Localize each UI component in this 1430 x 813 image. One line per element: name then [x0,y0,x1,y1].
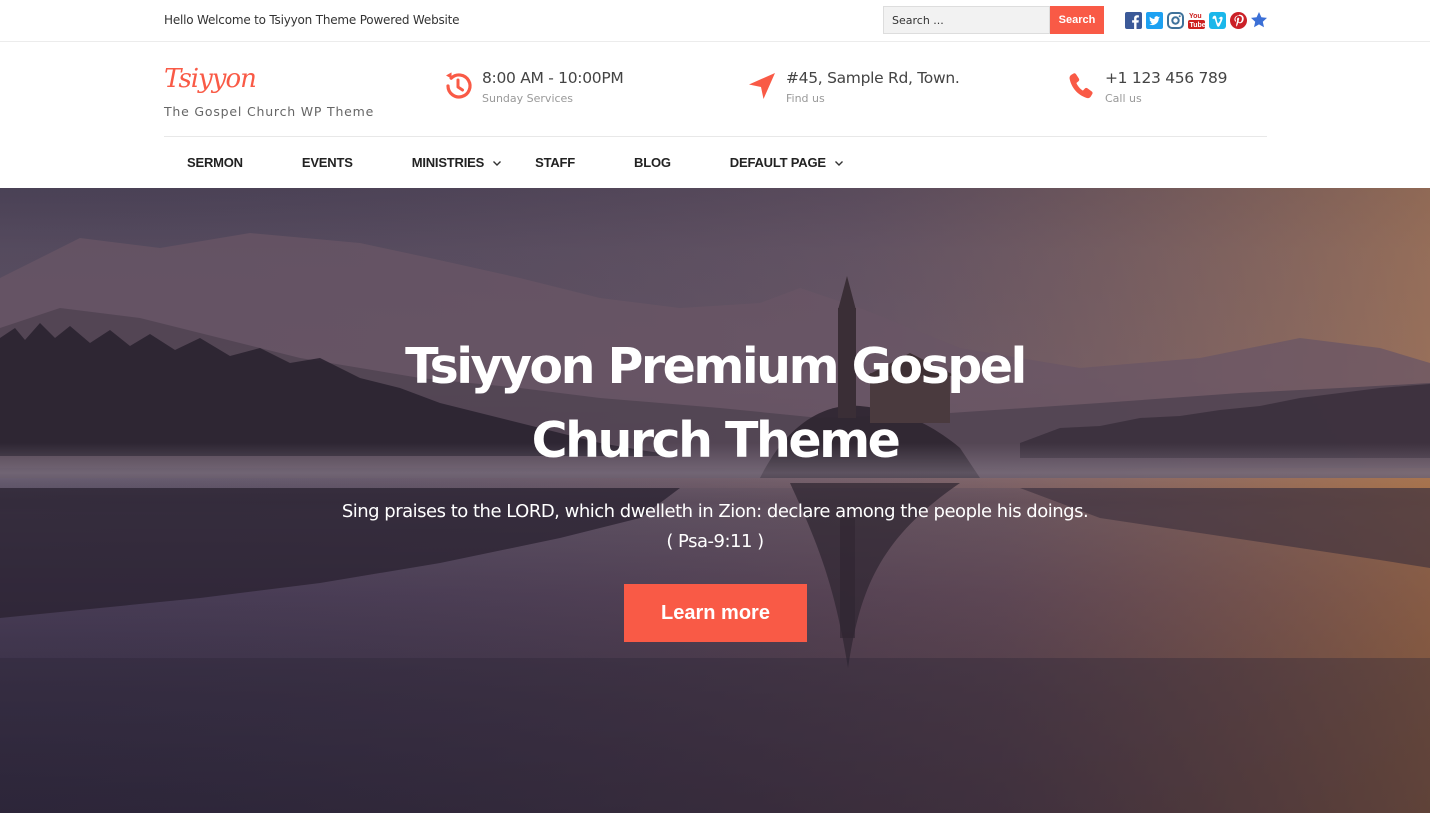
welcome-text: Hello Welcome to Tsiyyon Theme Powered W… [164,13,460,27]
pinterest-icon[interactable] [1229,11,1247,29]
twitter-icon[interactable] [1145,11,1163,29]
nav-label: DEFAULT PAGE [729,155,826,170]
learn-more-button[interactable]: Learn more [624,584,807,642]
service-hours-info: 8:00 AM - 10:00PM Sunday Services [442,69,624,105]
nav-label: BLOG [634,155,671,170]
nav-item-sermon[interactable]: SERMON [187,155,243,170]
site-logo[interactable]: Tsiyyon [164,64,257,94]
nav-item-staff[interactable]: STAFF [535,155,575,170]
nav-item-blog[interactable]: BLOG [634,155,671,170]
hero-title-line-2: Church Theme [531,412,901,469]
phone-label: Call us [1105,92,1142,105]
instagram-icon[interactable] [1166,11,1184,29]
phone-icon [1069,73,1093,99]
search-input[interactable] [883,6,1050,34]
service-hours: 8:00 AM - 10:00PM [482,69,624,87]
nav-label: EVENTS [301,155,353,170]
search-form: Search [883,6,1104,34]
top-bar: Hello Welcome to Tsiyyon Theme Powered W… [0,0,1430,42]
nav-label: STAFF [535,155,576,170]
hero-title: Tsiyyon Premium Gospel Church Theme [0,330,1430,478]
vimeo-icon[interactable] [1208,11,1226,29]
hero-subtitle: Sing praises to the LORD, which dwelleth… [341,501,1089,552]
main-nav: SERMON EVENTS MINISTRIES STAFF BLOG DEFA… [164,137,844,188]
svg-text:You: You [1189,13,1202,20]
address-label: Find us [786,92,825,105]
hero-banner: Tsiyyon Premium Gospel Church Theme Sing… [0,188,1430,813]
phone-number[interactable]: +1 123 456 789 [1105,69,1227,87]
social-links: You Tube [1124,11,1268,29]
site-header: Tsiyyon The Gospel Church WP Theme 8:00 … [0,43,1430,188]
nav-item-default-page[interactable]: DEFAULT PAGE [730,155,844,170]
site-tagline: The Gospel Church WP Theme [164,104,375,119]
location-arrow-icon [749,73,775,99]
chevron-down-icon [834,160,843,166]
nav-item-events[interactable]: EVENTS [302,155,353,170]
clock-history-icon [446,72,472,99]
chevron-down-icon [493,160,502,166]
nav-item-ministries[interactable]: MINISTRIES [412,155,502,170]
address: #45, Sample Rd, Town. [786,69,960,87]
address-info: #45, Sample Rd, Town. Find us [746,69,960,105]
star-icon[interactable] [1250,11,1268,29]
hero-title-line-1: Tsiyyon Premium Gospel [405,338,1027,395]
nav-label: MINISTRIES [411,155,485,170]
service-hours-label: Sunday Services [482,92,574,105]
search-button[interactable]: Search [1050,6,1104,34]
svg-text:Tube: Tube [1189,22,1205,29]
phone-info: +1 123 456 789 Call us [1065,69,1227,105]
nav-label: SERMON [187,155,243,170]
facebook-icon[interactable] [1124,11,1142,29]
youtube-icon[interactable]: You Tube [1187,11,1205,29]
